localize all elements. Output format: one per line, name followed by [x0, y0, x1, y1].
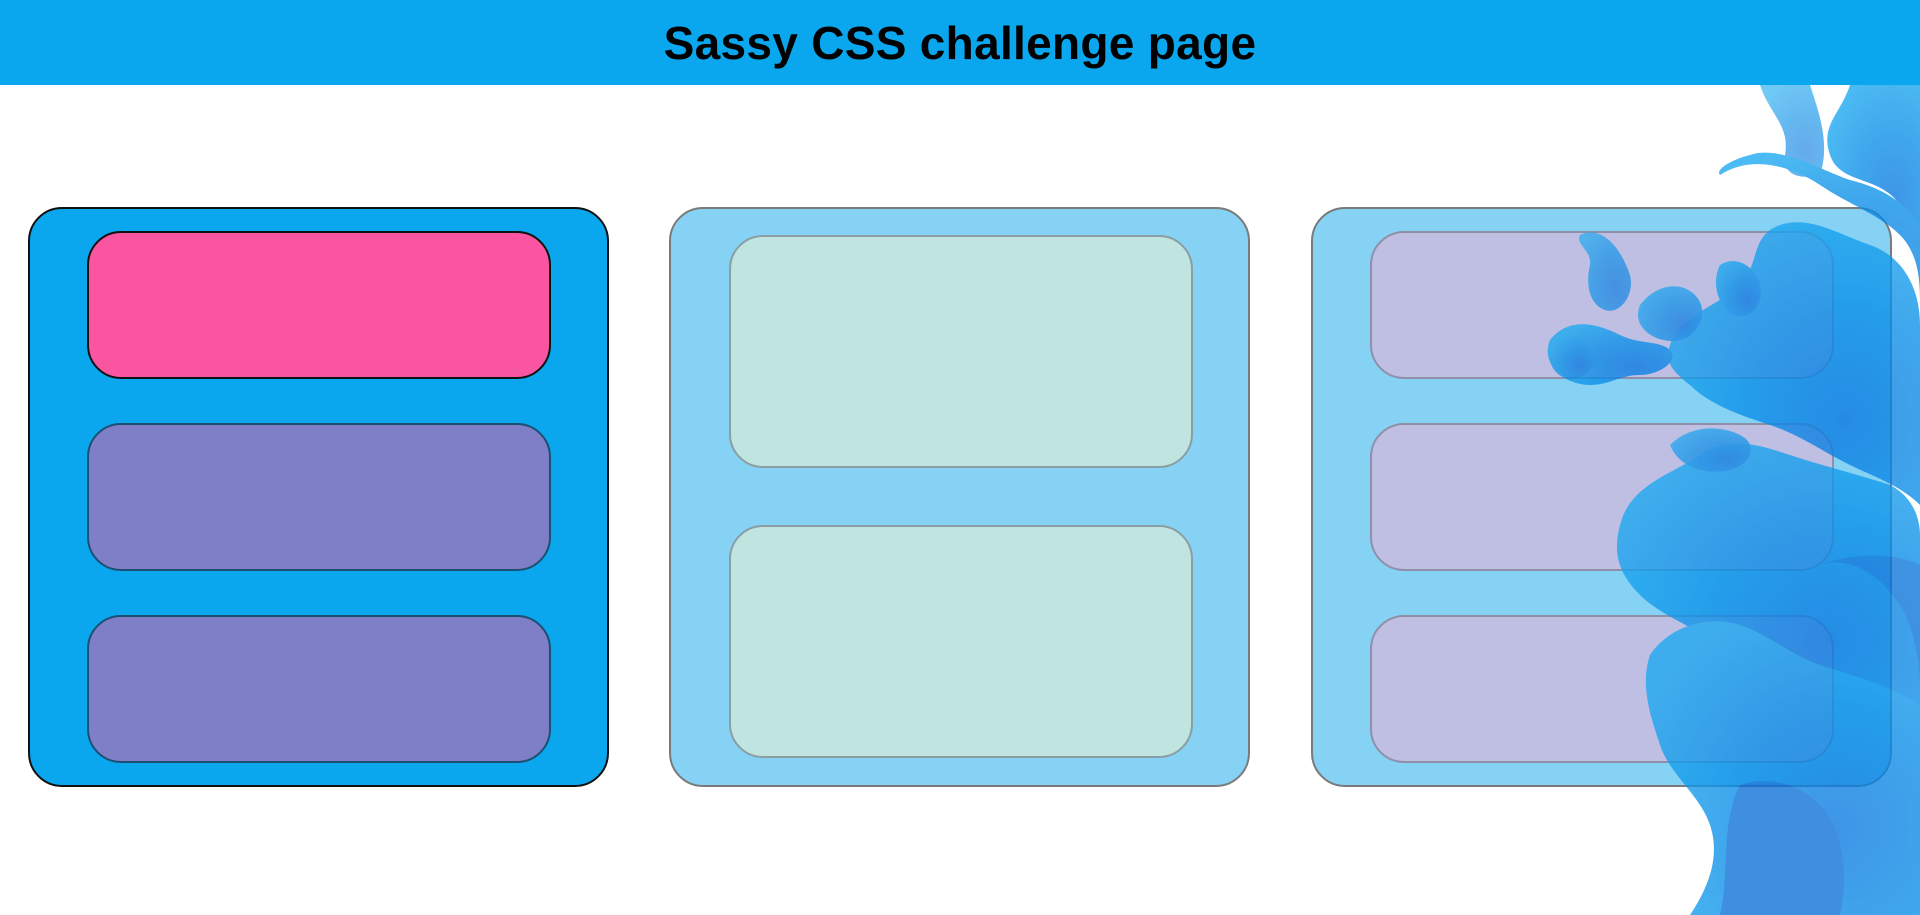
mint-box-bottom	[729, 525, 1193, 758]
pink-box	[87, 231, 551, 379]
purple-box-bottom	[87, 615, 551, 763]
lavender-box-middle	[1370, 423, 1834, 571]
page-header: Sassy CSS challenge page	[0, 0, 1920, 85]
card-center	[669, 207, 1250, 787]
page: Sassy CSS challenge page	[0, 0, 1920, 915]
purple-box-middle	[87, 423, 551, 571]
page-title: Sassy CSS challenge page	[663, 16, 1257, 69]
lavender-box-bottom	[1370, 615, 1834, 763]
card-left	[28, 207, 609, 787]
mint-box-top	[729, 235, 1193, 468]
lavender-box-top	[1370, 231, 1834, 379]
card-right	[1311, 207, 1892, 787]
